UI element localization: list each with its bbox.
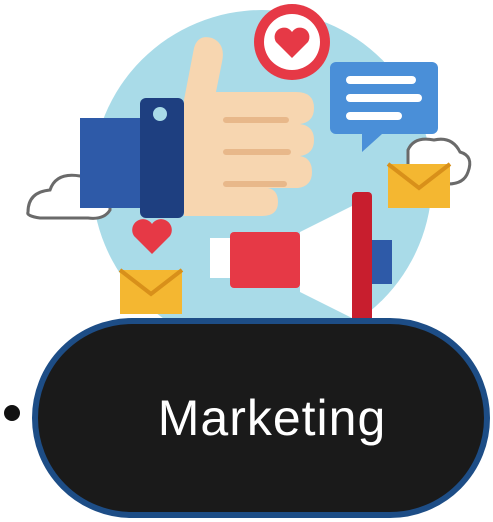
bullet-dot [4, 405, 20, 421]
envelope-icon [118, 268, 184, 314]
marketing-badge[interactable]: Marketing [32, 318, 490, 518]
badge-label: Marketing [157, 390, 387, 446]
envelope-icon [386, 162, 452, 208]
heart-icon [254, 4, 330, 80]
